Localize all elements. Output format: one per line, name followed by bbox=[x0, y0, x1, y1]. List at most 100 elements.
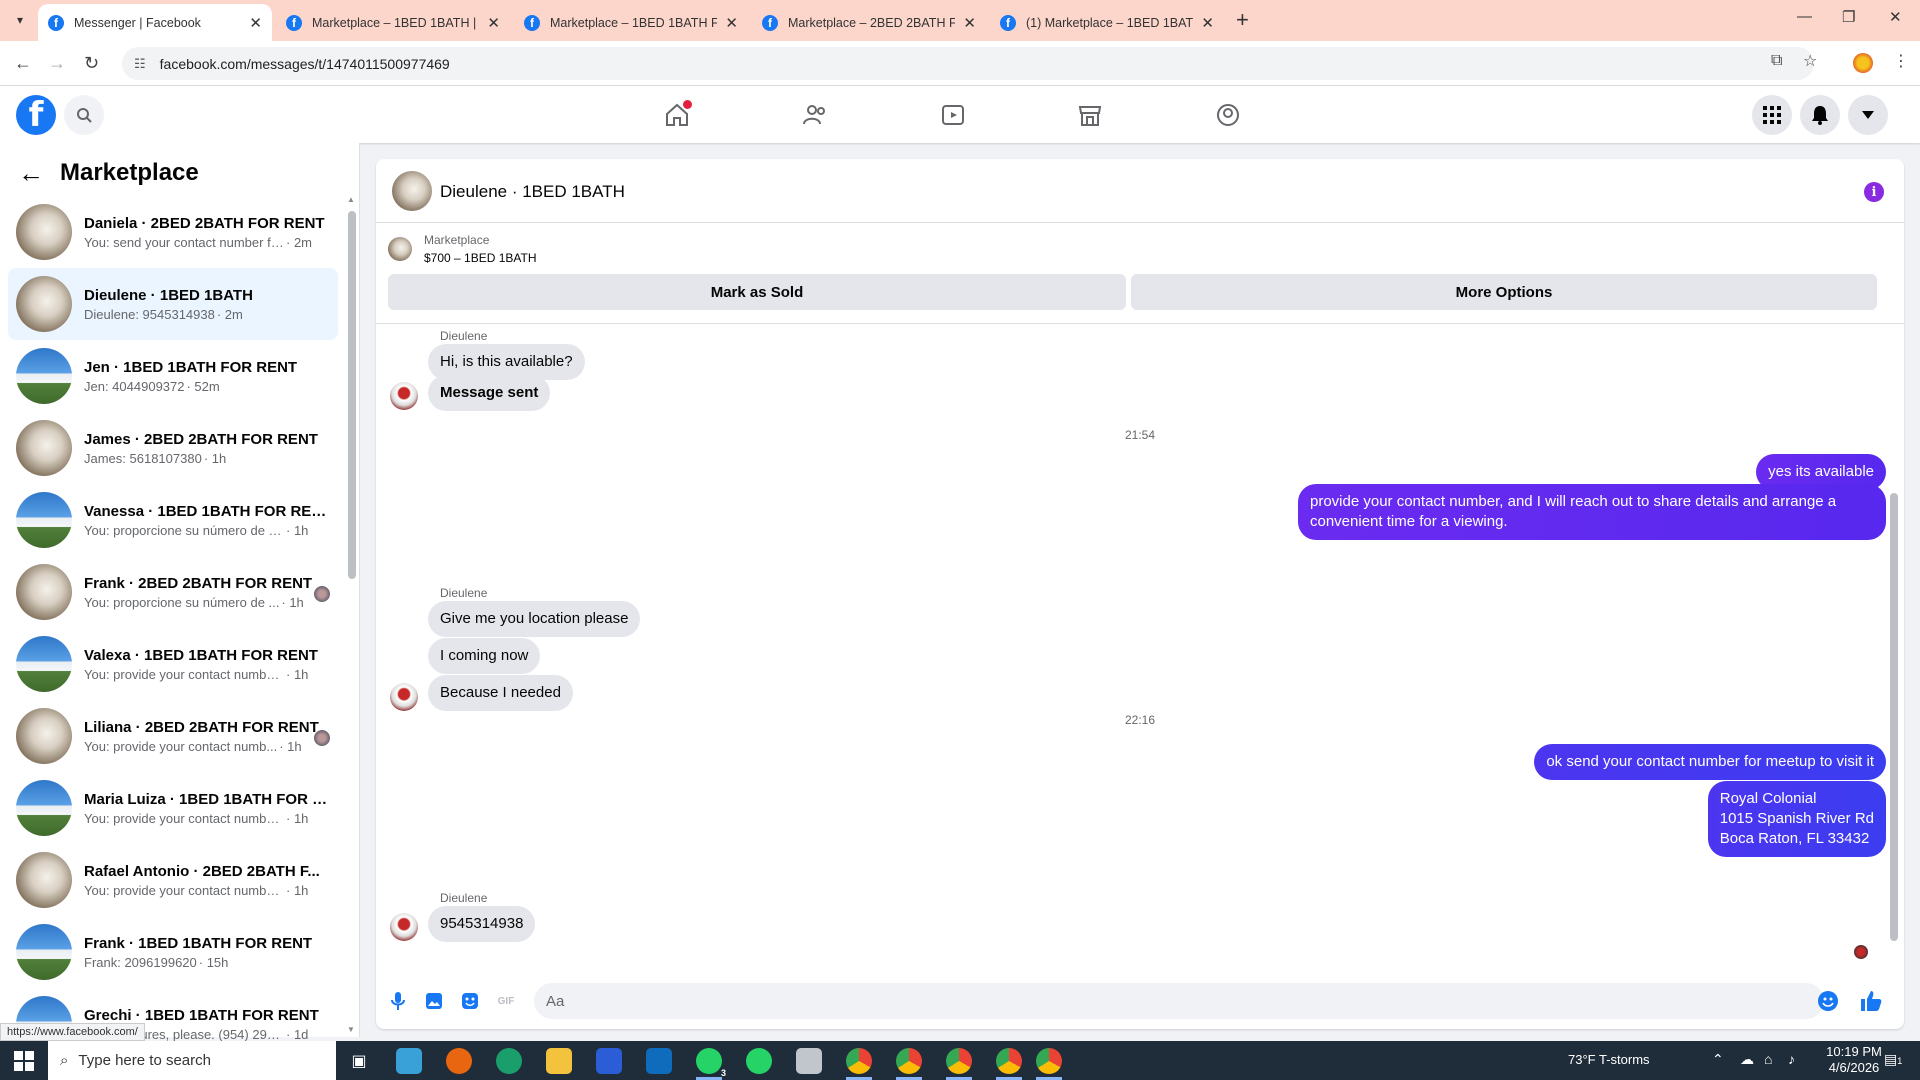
browser-tab[interactable]: f Marketplace – 1BED 1BATH FOR ✕ bbox=[514, 4, 748, 41]
message-sent-bubble[interactable]: Message sent bbox=[428, 375, 551, 411]
conversation-item[interactable]: Vanessa · 1BED 1BATH FOR RENT You: propor… bbox=[8, 484, 338, 556]
facebook-logo[interactable]: f bbox=[16, 95, 56, 135]
tab-close-icon[interactable]: ✕ bbox=[1201, 14, 1214, 32]
tab-close-icon[interactable]: ✕ bbox=[249, 14, 262, 32]
friends-icon[interactable] bbox=[800, 100, 830, 130]
microphone-icon[interactable] bbox=[388, 991, 408, 1011]
minimize-icon[interactable]: — bbox=[1797, 8, 1812, 25]
conversation-item[interactable]: Dieulene · 1BED 1BATH Dieulene: 954531493… bbox=[8, 268, 338, 340]
scroll-down-arrow[interactable]: ▼ bbox=[347, 1025, 355, 1034]
emoji-icon[interactable] bbox=[1816, 989, 1840, 1013]
message-bubble-incoming[interactable]: Because I needed bbox=[428, 675, 573, 711]
conversation-item[interactable]: Liliana · 2BED 2BATH FOR RENT You: provid… bbox=[8, 700, 338, 772]
conversation-item[interactable]: Maria Luiza · 1BED 1BATH FOR R... You: pr… bbox=[8, 772, 338, 844]
address-message-bubble[interactable]: Royal Colonial 1015 Spanish River Rd Boc… bbox=[1707, 781, 1886, 857]
conversation-item[interactable]: Rafael Antonio · 2BED 2BATH F... You: pro… bbox=[8, 844, 338, 916]
sender-avatar[interactable] bbox=[390, 683, 418, 711]
video-icon[interactable] bbox=[938, 100, 968, 130]
windows-start-icon[interactable] bbox=[14, 1051, 34, 1071]
chat-avatar[interactable] bbox=[392, 171, 432, 211]
chrome-app-icon[interactable] bbox=[946, 1048, 972, 1080]
conversation-item[interactable]: Valexa · 1BED 1BATH FOR RENT You: provide… bbox=[8, 628, 338, 700]
account-dropdown-icon[interactable] bbox=[1848, 95, 1888, 135]
browser-menu-icon[interactable]: ⋮ bbox=[1893, 51, 1909, 71]
tray-chevron-icon[interactable]: ⌃ bbox=[1712, 1051, 1724, 1068]
scroll-up-arrow[interactable]: ▲ bbox=[347, 195, 355, 204]
message-input[interactable]: Aa bbox=[534, 983, 1824, 1019]
chrome-app-icon[interactable] bbox=[1036, 1048, 1062, 1080]
notepad-app-icon[interactable] bbox=[396, 1048, 422, 1074]
tab-close-icon[interactable]: ✕ bbox=[487, 14, 500, 32]
install-app-icon[interactable]: ⧉ bbox=[1771, 52, 1782, 70]
forward-icon[interactable]: → bbox=[48, 53, 66, 74]
wifi-icon[interactable]: ⌂ bbox=[1764, 1051, 1772, 1067]
sender-name: Dieulene bbox=[440, 891, 488, 905]
message-bubble-outgoing[interactable]: ok send your contact number for meetup t… bbox=[1534, 744, 1886, 780]
store-app-icon[interactable] bbox=[596, 1048, 622, 1074]
profile-avatar[interactable] bbox=[1853, 53, 1873, 73]
back-icon[interactable]: ← bbox=[14, 53, 32, 74]
file-explorer-icon[interactable] bbox=[546, 1048, 572, 1074]
whatsapp-app-icon[interactable]: 3 bbox=[696, 1048, 728, 1080]
tab-close-icon[interactable]: ✕ bbox=[963, 14, 976, 32]
browser-tab[interactable]: f Marketplace – 1BED 1BATH | Fa ✕ bbox=[276, 4, 510, 41]
marketplace-icon[interactable] bbox=[1075, 100, 1105, 130]
message-bubble-incoming[interactable]: Give me you location please bbox=[428, 601, 641, 637]
conversation-item[interactable]: Frank · 2BED 2BATH FOR RENT You: proporci… bbox=[8, 556, 338, 628]
notifications-bell-icon[interactable] bbox=[1800, 95, 1840, 135]
photo-icon[interactable] bbox=[424, 991, 444, 1011]
task-view-icon[interactable]: ▣ bbox=[346, 1048, 372, 1074]
new-tab-button[interactable]: + bbox=[1236, 9, 1249, 31]
restore-icon[interactable]: ❐ bbox=[1842, 8, 1855, 26]
sticker-icon[interactable] bbox=[460, 991, 480, 1011]
conversation-item[interactable]: James · 2BED 2BATH FOR RENT James: 561810… bbox=[8, 412, 338, 484]
like-thumbs-up-icon[interactable] bbox=[1858, 988, 1884, 1014]
conversation-item[interactable]: Frank · 1BED 1BATH FOR RENT Frank: 209619… bbox=[8, 916, 338, 988]
info-icon[interactable]: i bbox=[1864, 182, 1884, 202]
chat-title[interactable]: Dieulene · 1BED 1BATH bbox=[440, 182, 625, 202]
network-icon[interactable]: ☁ bbox=[1740, 1051, 1754, 1068]
message-bubble-incoming[interactable]: 9545314938 bbox=[428, 906, 536, 942]
menu-grid-icon[interactable] bbox=[1752, 95, 1792, 135]
bookmark-star-icon[interactable]: ☆ bbox=[1803, 51, 1817, 71]
reload-icon[interactable]: ↻ bbox=[84, 53, 99, 74]
conversation-scrollbar[interactable] bbox=[348, 211, 356, 579]
conversation-item[interactable]: Daniela · 2BED 2BATH FOR RENT You: send y… bbox=[8, 196, 338, 268]
back-arrow-icon[interactable]: ← bbox=[18, 160, 44, 186]
chrome-app-icon[interactable] bbox=[846, 1048, 872, 1080]
edge-app-icon[interactable] bbox=[496, 1048, 522, 1074]
sender-avatar[interactable] bbox=[390, 913, 418, 941]
chat-scrollbar[interactable] bbox=[1890, 493, 1898, 941]
clock[interactable]: 10:19 PM 4/6/2026 bbox=[1818, 1044, 1890, 1076]
close-window-icon[interactable]: ✕ bbox=[1889, 8, 1902, 26]
chrome-app-icon[interactable] bbox=[896, 1048, 922, 1080]
conversation-preview: You: provide your contact numb... bbox=[84, 738, 278, 754]
message-bubble-outgoing[interactable]: provide your contact number, and I will … bbox=[1298, 484, 1886, 540]
tab-close-icon[interactable]: ✕ bbox=[725, 14, 738, 32]
url-omnibox[interactable]: ☷ facebook.com/messages/t/14740115009774… bbox=[122, 47, 1814, 80]
whatsapp-web-icon[interactable] bbox=[746, 1048, 772, 1074]
chat-panel: Dieulene · 1BED 1BATH i Marketplace $700… bbox=[376, 159, 1904, 1029]
home-icon[interactable] bbox=[662, 100, 692, 130]
browser-tab[interactable]: f Messenger | Facebook ✕ bbox=[38, 4, 272, 41]
outlook-app-icon[interactable] bbox=[646, 1048, 672, 1074]
gaming-icon[interactable] bbox=[1213, 100, 1243, 130]
mark-as-sold-button[interactable]: Mark as Sold bbox=[388, 274, 1126, 310]
tab-search-icon[interactable]: ▾ bbox=[8, 8, 32, 32]
firefox-app-icon[interactable] bbox=[446, 1048, 472, 1074]
site-settings-icon[interactable]: ☷ bbox=[134, 56, 146, 72]
notification-center-icon[interactable]: ▤1 bbox=[1884, 1051, 1902, 1068]
weather-widget[interactable]: 73°F T-storms bbox=[1568, 1052, 1650, 1067]
conversation-item[interactable]: Jen · 1BED 1BATH FOR RENT Jen: 4044909372… bbox=[8, 340, 338, 412]
taskbar-search[interactable]: ⌕ Type here to search bbox=[48, 1041, 336, 1080]
more-options-button[interactable]: More Options bbox=[1131, 274, 1877, 310]
message-bubble-incoming[interactable]: I coming now bbox=[428, 638, 541, 674]
gif-icon[interactable]: GIF bbox=[496, 991, 516, 1011]
browser-tab[interactable]: f Marketplace – 2BED 2BATH FOR ✕ bbox=[752, 4, 986, 41]
browser-tab[interactable]: f (1) Marketplace – 1BED 1BATH F ✕ bbox=[990, 4, 1224, 41]
search-icon[interactable] bbox=[64, 95, 104, 135]
sender-avatar[interactable] bbox=[390, 382, 418, 410]
app-icon[interactable] bbox=[796, 1048, 822, 1074]
chrome-app-icon[interactable] bbox=[996, 1048, 1022, 1080]
volume-icon[interactable]: ♪ bbox=[1788, 1051, 1795, 1067]
